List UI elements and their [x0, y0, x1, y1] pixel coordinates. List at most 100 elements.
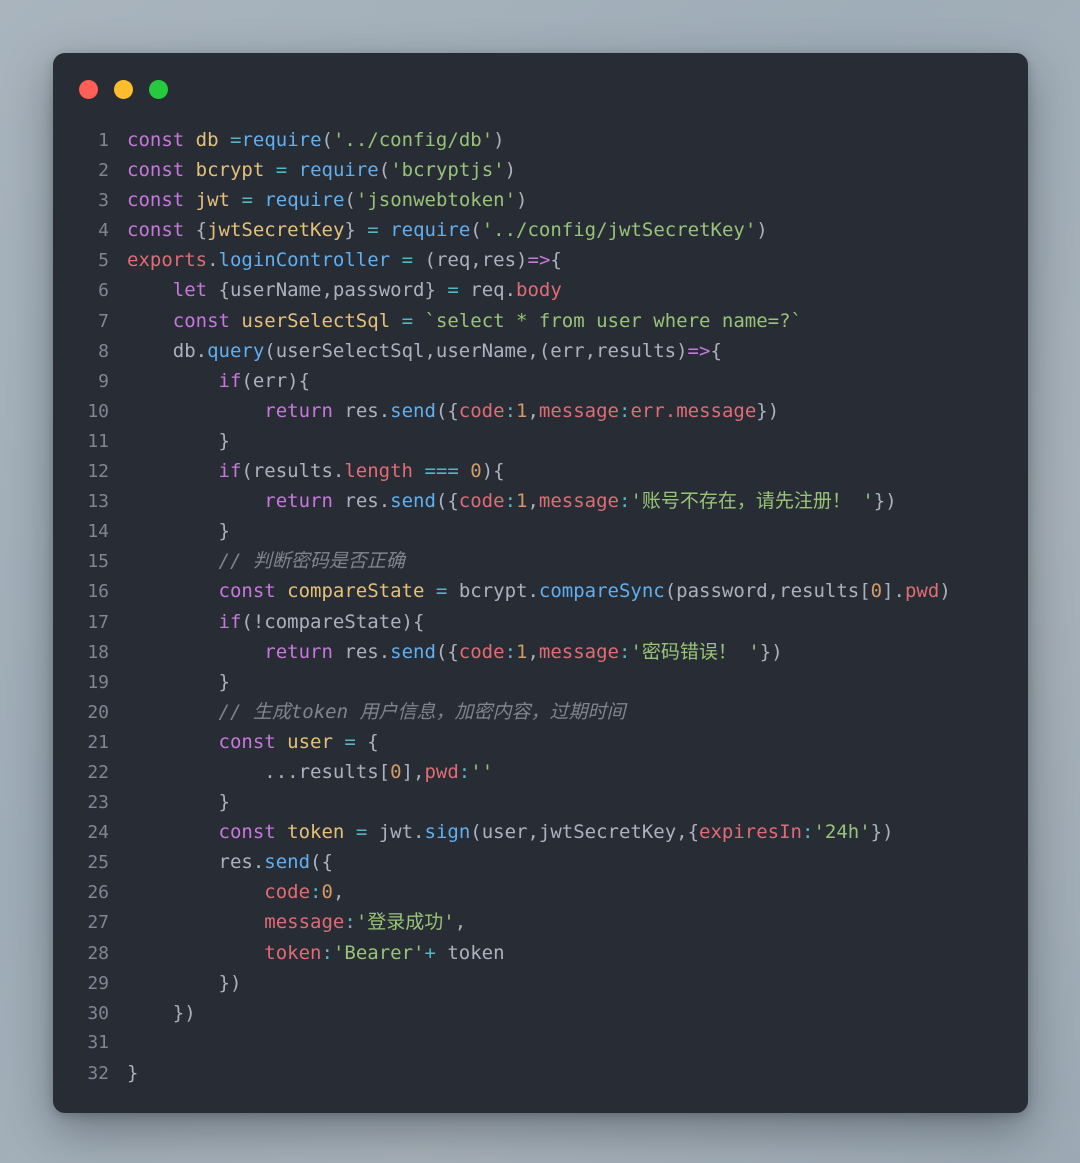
line-content[interactable]: res.send({	[127, 847, 333, 877]
code-line: 22 ...results[0],pwd:''	[53, 757, 1028, 787]
line-content[interactable]: exports.loginController = (req,res)=>{	[127, 245, 562, 275]
minimize-button-icon[interactable]	[114, 79, 133, 99]
line-content[interactable]: const compareState = bcrypt.compareSync(…	[127, 576, 951, 606]
page-root: 1 const db =require('../config/db') 2 co…	[0, 0, 1080, 1163]
code-window: 1 const db =require('../config/db') 2 co…	[53, 53, 1028, 1113]
code-line: 13 return res.send({code:1,message:'账号不存…	[53, 486, 1028, 516]
line-number: 7	[98, 310, 109, 332]
line-number: 15	[87, 551, 109, 573]
code-line: 10 return res.send({code:1,message:err.m…	[53, 396, 1028, 426]
line-content[interactable]: code:0,	[127, 877, 344, 907]
code-line: 30 })	[53, 998, 1028, 1028]
line-content[interactable]: token:'Bearer'+ token	[127, 938, 504, 968]
line-content[interactable]: ...results[0],pwd:''	[127, 757, 493, 787]
line-content[interactable]: }	[127, 667, 230, 697]
code-line: 25 res.send({	[53, 847, 1028, 877]
window-titlebar	[53, 53, 1028, 125]
code-line: 19 }	[53, 667, 1028, 697]
line-number: 12	[87, 461, 109, 483]
maximize-button-icon[interactable]	[149, 79, 168, 99]
line-content[interactable]: const {jwtSecretKey} = require('../confi…	[127, 215, 768, 245]
line-number: 24	[87, 822, 109, 844]
line-content[interactable]: }	[127, 1058, 138, 1088]
line-content[interactable]: // 判断密码是否正确	[127, 546, 405, 576]
line-number: 3	[98, 190, 109, 212]
line-content[interactable]: const user = {	[127, 727, 379, 757]
code-line: 11 }	[53, 426, 1028, 456]
line-number: 1	[98, 130, 109, 151]
line-number: 2	[98, 160, 109, 182]
line-content[interactable]: return res.send({code:1,message:'密码错误！ '…	[127, 637, 782, 667]
code-line: 20 // 生成token 用户信息，加密内容，过期时间	[53, 697, 1028, 727]
code-line: 6 let {userName,password} = req.body	[53, 275, 1028, 305]
line-content[interactable]: const userSelectSql = `select * from use…	[127, 306, 802, 336]
line-content[interactable]: const db =require('../config/db')	[127, 125, 505, 155]
code-line: 27 message:'登录成功',	[53, 907, 1028, 937]
line-content[interactable]: })	[127, 998, 196, 1028]
code-line: 4 const {jwtSecretKey} = require('../con…	[53, 215, 1028, 245]
line-content[interactable]: db.query(userSelectSql,userName,(err,res…	[127, 336, 722, 366]
line-number: 16	[87, 581, 109, 603]
code-line: 32 }	[53, 1058, 1028, 1088]
code-line: 21 const user = {	[53, 727, 1028, 757]
code-line: 29 })	[53, 968, 1028, 998]
line-number: 23	[87, 792, 109, 814]
line-content[interactable]: }	[127, 787, 230, 817]
line-number: 26	[87, 882, 109, 904]
code-line: 2 const bcrypt = require('bcryptjs')	[53, 155, 1028, 185]
line-content[interactable]: message:'登录成功',	[127, 907, 466, 937]
line-number: 20	[87, 701, 109, 723]
line-number: 21	[87, 731, 109, 753]
line-content[interactable]: if(err){	[127, 366, 311, 396]
line-content[interactable]: // 生成token 用户信息，加密内容，过期时间	[127, 697, 626, 727]
line-number: 9	[98, 370, 109, 392]
code-line: 3 const jwt = require('jsonwebtoken')	[53, 185, 1028, 215]
line-number: 6	[98, 280, 109, 302]
line-content[interactable]: }	[127, 516, 230, 546]
line-content[interactable]: }	[127, 426, 230, 456]
line-number: 13	[87, 491, 109, 513]
line-number: 32	[87, 1062, 109, 1084]
code-line: 1 const db =require('../config/db')	[53, 125, 1028, 155]
line-number: 18	[87, 641, 109, 663]
line-content[interactable]: if(!compareState){	[127, 607, 425, 637]
line-number: 5	[98, 250, 109, 272]
line-content[interactable]: let {userName,password} = req.body	[127, 275, 562, 305]
code-line: 12 if(results.length === 0){	[53, 456, 1028, 486]
code-line: 9 if(err){	[53, 366, 1028, 396]
code-line: 31	[53, 1028, 1028, 1058]
line-number: 31	[87, 1031, 109, 1053]
code-editor-content[interactable]: 1 const db =require('../config/db') 2 co…	[53, 125, 1028, 1088]
code-line: 15 // 判断密码是否正确	[53, 546, 1028, 576]
line-number: 30	[87, 1002, 109, 1024]
code-line: 23 }	[53, 787, 1028, 817]
line-number: 25	[87, 852, 109, 874]
line-content[interactable]: const token = jwt.sign(user,jwtSecretKey…	[127, 817, 894, 847]
code-line: 18 return res.send({code:1,message:'密码错误…	[53, 637, 1028, 667]
line-number: 4	[98, 220, 109, 242]
line-content[interactable]: return res.send({code:1,message:'账号不存在，请…	[127, 486, 896, 516]
line-number: 10	[87, 400, 109, 422]
line-content[interactable]: return res.send({code:1,message:err.mess…	[127, 396, 779, 426]
line-number: 8	[98, 340, 109, 362]
line-content[interactable]: })	[127, 968, 242, 998]
code-line: 24 const token = jwt.sign(user,jwtSecret…	[53, 817, 1028, 847]
code-line: 16 const compareState = bcrypt.compareSy…	[53, 576, 1028, 606]
code-line: 8 db.query(userSelectSql,userName,(err,r…	[53, 336, 1028, 366]
line-content[interactable]: const bcrypt = require('bcryptjs')	[127, 155, 516, 185]
line-number: 17	[87, 611, 109, 633]
line-number: 19	[87, 671, 109, 693]
close-button-icon[interactable]	[79, 79, 98, 99]
line-content[interactable]: if(results.length === 0){	[127, 456, 505, 486]
line-number: 14	[87, 521, 109, 543]
code-line: 17 if(!compareState){	[53, 607, 1028, 637]
code-line: 26 code:0,	[53, 877, 1028, 907]
code-line: 7 const userSelectSql = `select * from u…	[53, 306, 1028, 336]
line-number: 27	[87, 912, 109, 934]
line-number: 11	[87, 430, 109, 452]
code-line: 5 exports.loginController = (req,res)=>{	[53, 245, 1028, 275]
line-number: 22	[87, 761, 109, 783]
line-content[interactable]: const jwt = require('jsonwebtoken')	[127, 185, 527, 215]
code-line: 28 token:'Bearer'+ token	[53, 938, 1028, 968]
line-number: 29	[87, 972, 109, 994]
